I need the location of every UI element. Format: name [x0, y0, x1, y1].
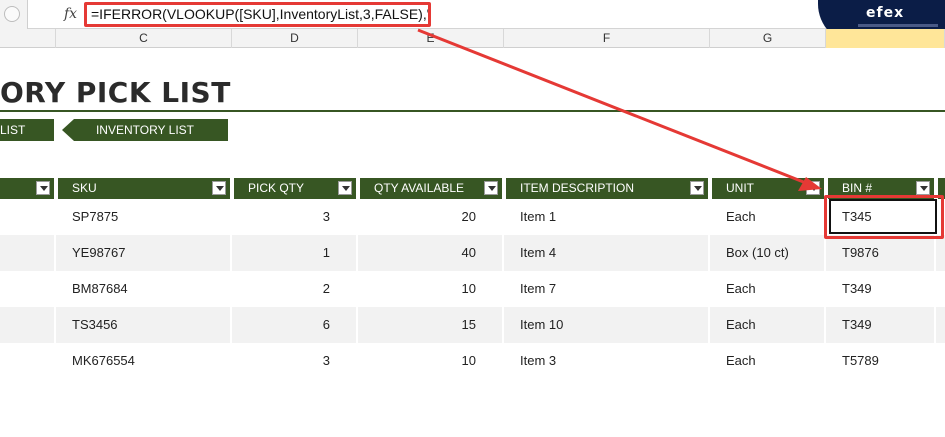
cell-qty-available[interactable]: 15 — [360, 307, 504, 343]
cell-bin[interactable]: T349 — [828, 271, 936, 307]
cell-unit[interactable]: Box (10 ct) — [712, 235, 826, 271]
cell-first[interactable] — [0, 199, 56, 235]
cell-bin[interactable]: T5789 — [828, 343, 936, 379]
column-header-d[interactable]: D — [232, 29, 358, 48]
cell-sku[interactable]: MK676554 — [58, 343, 232, 379]
cell-item-description[interactable]: Item 3 — [506, 343, 710, 379]
cell-sku[interactable]: BM87684 — [58, 271, 232, 307]
table-header: SKU PICK QTY QTY AVAILABLE ITEM DESCRIPT… — [0, 178, 945, 199]
header-cell-unit: UNIT — [712, 178, 826, 199]
pick-list-button[interactable]: LIST — [0, 119, 54, 141]
cell-pick-qty[interactable]: 6 — [234, 307, 358, 343]
cell-unit[interactable]: Each — [712, 343, 826, 379]
table-row: SP7875 3 20 Item 1 Each T345 — [0, 199, 945, 235]
cell-first[interactable] — [0, 271, 56, 307]
filter-dropdown-icon[interactable] — [806, 181, 820, 195]
cell-item-description[interactable]: Item 7 — [506, 271, 710, 307]
fx-icon[interactable]: fx — [64, 6, 77, 22]
cell-item-description[interactable]: Item 1 — [506, 199, 710, 235]
name-box[interactable] — [0, 0, 28, 29]
formula-input[interactable]: =IFERROR(VLOOKUP([SKU],InventoryList,3,F… — [84, 2, 431, 27]
cell-item-description[interactable]: Item 4 — [506, 235, 710, 271]
header-cell-pick-qty: PICK QTY — [234, 178, 358, 199]
cell-pick-qty[interactable]: 3 — [234, 199, 358, 235]
filter-dropdown-icon[interactable] — [338, 181, 352, 195]
filter-dropdown-icon[interactable] — [212, 181, 226, 195]
cell-qty-available[interactable]: 20 — [360, 199, 504, 235]
logo-text: efex — [866, 5, 905, 21]
bin-cell-highlight — [824, 195, 944, 239]
cell-pick-qty[interactable]: 3 — [234, 343, 358, 379]
header-label: BIN # — [842, 181, 873, 195]
column-header-e[interactable]: E — [358, 29, 504, 48]
inventory-list-button[interactable]: INVENTORY LIST — [62, 119, 228, 141]
header-label: UNIT — [726, 181, 754, 195]
formula-bar: fx =IFERROR(VLOOKUP([SKU],InventoryList,… — [0, 0, 945, 29]
cell-bin[interactable]: T9876 — [828, 235, 936, 271]
header-label: PICK QTY — [248, 181, 305, 195]
table-row: MK676554 3 10 Item 3 Each T5789 — [0, 343, 945, 379]
cell-bin[interactable]: T349 — [828, 307, 936, 343]
header-label: ITEM DESCRIPTION — [520, 181, 635, 195]
title-rule — [0, 110, 945, 112]
table-row: TS3456 6 15 Item 10 Each T349 — [0, 307, 945, 343]
cell-pick-qty[interactable]: 1 — [234, 235, 358, 271]
table-row: BM87684 2 10 Item 7 Each T349 — [0, 271, 945, 307]
column-header-f[interactable]: F — [504, 29, 710, 48]
arrow-shaft — [417, 28, 807, 185]
cell-unit[interactable]: Each — [712, 199, 826, 235]
column-header-h[interactable] — [826, 29, 945, 48]
filter-dropdown-icon[interactable] — [916, 181, 930, 195]
column-header-c[interactable]: C — [56, 29, 232, 48]
filter-dropdown-icon[interactable] — [484, 181, 498, 195]
cell-unit[interactable]: Each — [712, 307, 826, 343]
header-cell-sku: SKU — [58, 178, 232, 199]
cell-first[interactable] — [0, 343, 56, 379]
header-cell-qty-available: QTY AVAILABLE — [360, 178, 504, 199]
logo-tagline — [858, 24, 938, 27]
cell-pick-qty[interactable]: 2 — [234, 271, 358, 307]
header-cell-item-description: ITEM DESCRIPTION — [506, 178, 710, 199]
page-title: ORY PICK LIST — [0, 76, 231, 109]
cell-qty-available[interactable]: 10 — [360, 343, 504, 379]
header-cell-first — [0, 178, 56, 199]
cell-first[interactable] — [0, 307, 56, 343]
column-header-b[interactable] — [0, 29, 56, 48]
table-row: YE98767 1 40 Item 4 Box (10 ct) T9876 — [0, 235, 945, 271]
cell-sku[interactable]: SP7875 — [58, 199, 232, 235]
name-box-icon — [4, 6, 20, 22]
cell-unit[interactable]: Each — [712, 271, 826, 307]
cell-qty-available[interactable]: 40 — [360, 235, 504, 271]
column-header-g[interactable]: G — [710, 29, 826, 48]
filter-dropdown-icon[interactable] — [690, 181, 704, 195]
cell-sku[interactable]: YE98767 — [58, 235, 232, 271]
cell-sku[interactable]: TS3456 — [58, 307, 232, 343]
header-label: QTY AVAILABLE — [374, 181, 465, 195]
header-label: SKU — [72, 181, 97, 195]
cell-first[interactable] — [0, 235, 56, 271]
cell-item-description[interactable]: Item 10 — [506, 307, 710, 343]
filter-dropdown-icon[interactable] — [36, 181, 50, 195]
cell-qty-available[interactable]: 10 — [360, 271, 504, 307]
column-header-bar: C D E F G — [0, 29, 945, 48]
